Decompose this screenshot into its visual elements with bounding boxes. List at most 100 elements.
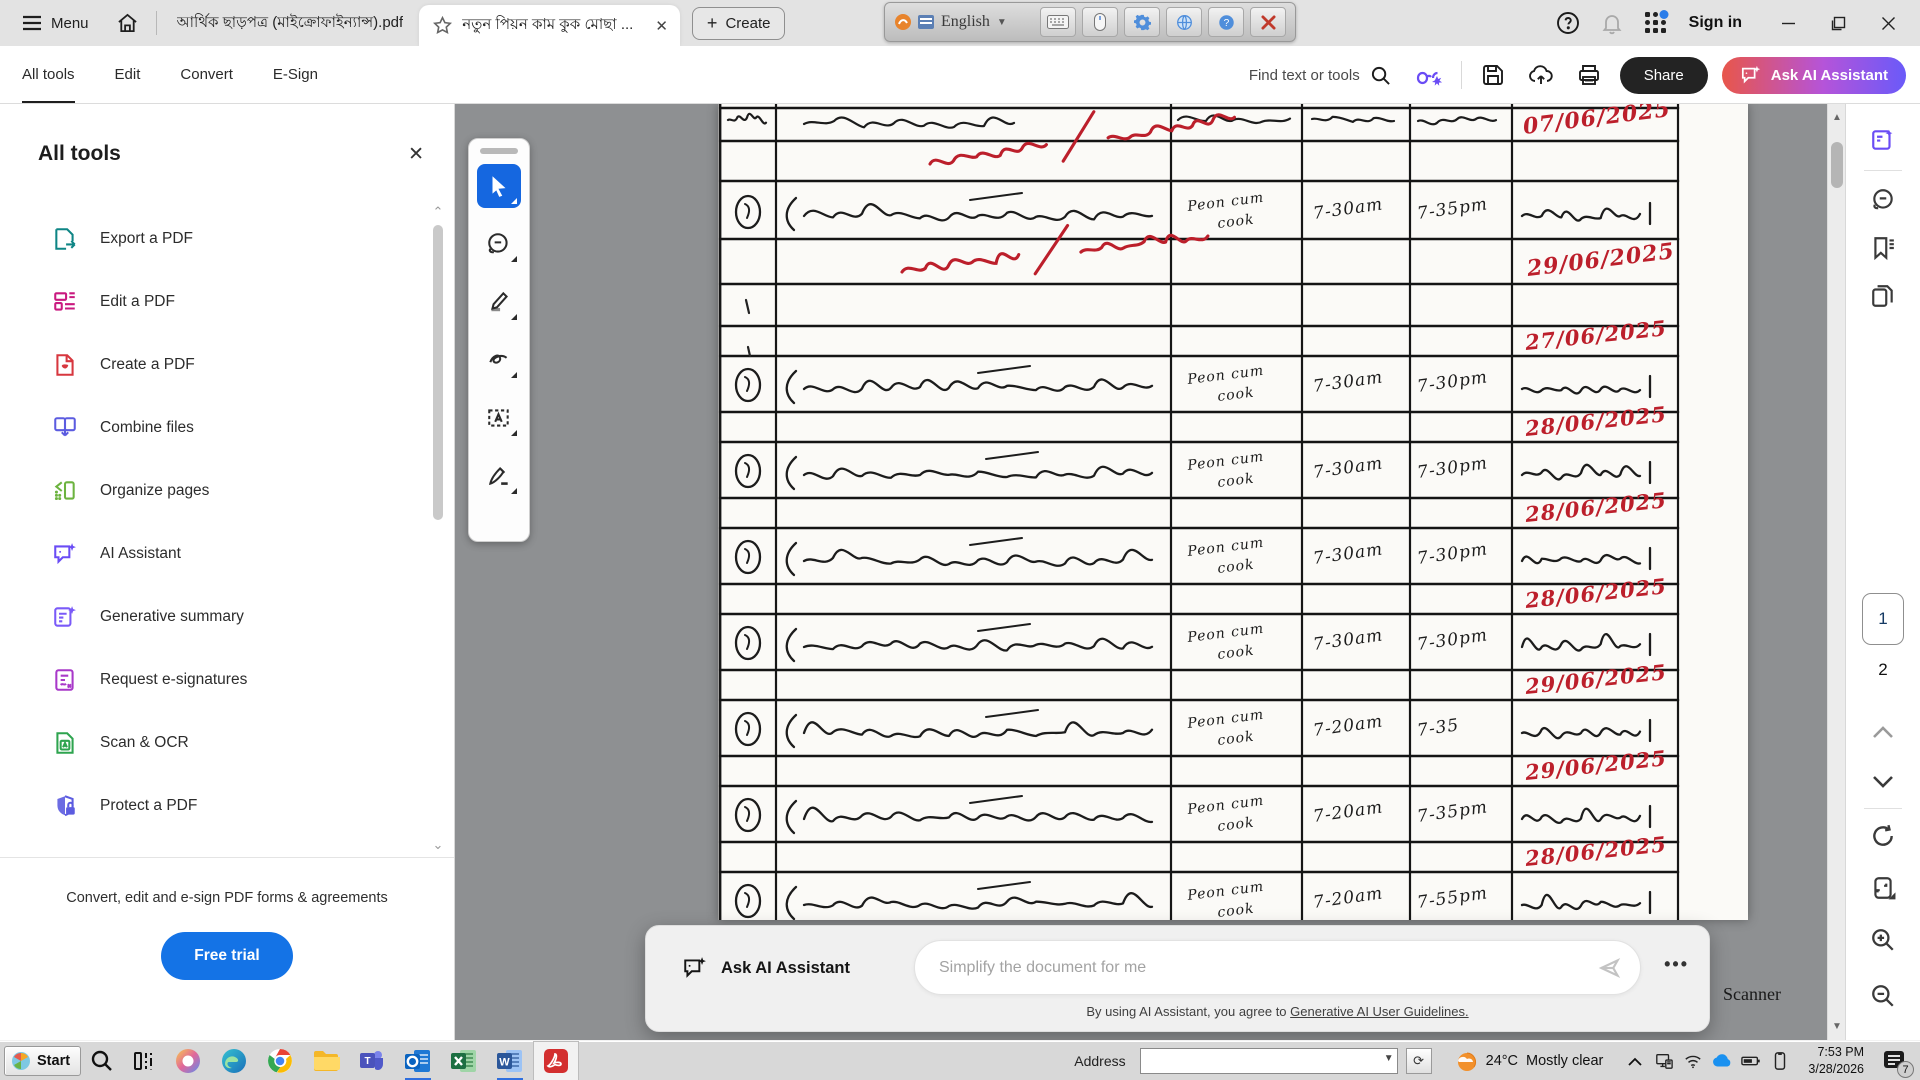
nav-all-tools[interactable]: All tools bbox=[22, 46, 75, 103]
sidebar-item-protect-a-pdf[interactable]: Protect a PDF bbox=[0, 774, 430, 837]
sidebar-scroll-up-icon[interactable]: ⌃ bbox=[429, 204, 447, 220]
taskbar-app-teams[interactable]: T bbox=[349, 1041, 395, 1080]
task-view-icon[interactable] bbox=[123, 1041, 165, 1080]
app-launcher-grid-icon[interactable] bbox=[1637, 4, 1675, 42]
taskbar-app-edge[interactable] bbox=[211, 1041, 257, 1080]
notifications-bell-button[interactable] bbox=[1593, 4, 1631, 42]
comment-tool-button[interactable] bbox=[477, 222, 521, 266]
pages-icon[interactable] bbox=[1863, 276, 1903, 316]
current-page-indicator[interactable]: 1 bbox=[1862, 593, 1904, 645]
zoom-in-icon[interactable] bbox=[1863, 920, 1903, 960]
fill-sign-tool-button[interactable] bbox=[477, 454, 521, 498]
scroll-up-icon[interactable]: ▲ bbox=[1828, 112, 1845, 123]
zoom-out-icon[interactable] bbox=[1863, 976, 1903, 1016]
sign-in-button[interactable]: Sign in bbox=[1689, 14, 1742, 32]
help-circle-button[interactable] bbox=[1549, 4, 1587, 42]
page-two-label[interactable]: 2 bbox=[1862, 660, 1904, 680]
language-dropdown-icon[interactable]: ▼ bbox=[997, 17, 1007, 28]
save-icon[interactable] bbox=[1476, 58, 1510, 92]
ai-bar-more-icon[interactable]: ••• bbox=[1664, 954, 1689, 975]
web-globe-button[interactable] bbox=[1166, 7, 1202, 37]
sidebar-item-scan-ocr[interactable]: Scan & OCR bbox=[0, 711, 430, 774]
send-prompt-icon[interactable] bbox=[1595, 953, 1625, 983]
draw-tool-button[interactable] bbox=[477, 338, 521, 382]
close-window-button[interactable] bbox=[1866, 3, 1910, 43]
language-flag-icon[interactable] bbox=[918, 15, 934, 29]
rotate-page-icon[interactable] bbox=[1863, 816, 1903, 856]
nav-edit[interactable]: Edit bbox=[115, 46, 141, 103]
ai-glasses-icon[interactable] bbox=[1413, 58, 1447, 92]
nav-e-sign[interactable]: E-Sign bbox=[273, 46, 318, 103]
sidebar-scroll-down-icon[interactable]: ⌄ bbox=[429, 837, 447, 853]
taskbar-app-outlook[interactable] bbox=[395, 1041, 441, 1080]
onedrive-cloud-icon[interactable] bbox=[1712, 1051, 1732, 1071]
generative-summary-icon[interactable] bbox=[1863, 120, 1903, 160]
home-button[interactable] bbox=[103, 0, 152, 46]
ai-prompt-input[interactable] bbox=[914, 940, 1641, 995]
address-go-button[interactable]: ⟳ bbox=[1406, 1048, 1432, 1074]
help-button[interactable]: ? bbox=[1208, 7, 1244, 37]
notification-center-icon[interactable]: 7 bbox=[1878, 1044, 1912, 1078]
settings-gear-button[interactable] bbox=[1124, 7, 1160, 37]
sidebar-item-redact-a-pdf[interactable]: Redact a PDF bbox=[0, 837, 430, 857]
guidelines-link[interactable]: Generative AI User Guidelines. bbox=[1290, 1004, 1468, 1019]
close-language-bar-button[interactable] bbox=[1250, 7, 1286, 37]
taskbar-app-copilot[interactable] bbox=[165, 1041, 211, 1080]
sidebar-item-combine-files[interactable]: Combine files bbox=[0, 396, 430, 459]
print-icon[interactable] bbox=[1572, 58, 1606, 92]
palette-drag-handle[interactable] bbox=[480, 148, 518, 154]
language-label[interactable]: English bbox=[941, 13, 990, 31]
taskbar-app-chrome[interactable] bbox=[257, 1041, 303, 1080]
wifi-icon[interactable] bbox=[1683, 1051, 1703, 1071]
create-button[interactable]: + Create bbox=[692, 7, 786, 40]
remote-display-icon[interactable] bbox=[1654, 1051, 1674, 1071]
ask-ai-assistant-button[interactable]: Ask AI Assistant bbox=[1722, 57, 1906, 94]
pdf-page[interactable]: 07/06/202529/06/2025Peon cumcook7-30am7-… bbox=[718, 104, 1748, 920]
sidebar-item-ai-assistant[interactable]: AI Assistant bbox=[0, 522, 430, 585]
document-scrollbar[interactable]: ▲ ▼ bbox=[1827, 104, 1845, 1040]
sidebar-item-create-a-pdf[interactable]: Create a PDF bbox=[0, 333, 430, 396]
taskbar-search-icon[interactable] bbox=[81, 1041, 123, 1080]
minimize-button[interactable] bbox=[1766, 3, 1810, 43]
mouse-settings-button[interactable] bbox=[1082, 7, 1118, 37]
text-box-tool-button[interactable] bbox=[477, 396, 521, 440]
free-trial-button[interactable]: Free trial bbox=[161, 932, 293, 980]
sidebar-item-export-a-pdf[interactable]: Export a PDF bbox=[0, 207, 430, 270]
address-input[interactable] bbox=[1140, 1048, 1398, 1074]
next-page-icon[interactable] bbox=[1863, 762, 1903, 802]
previous-page-icon[interactable] bbox=[1863, 712, 1903, 752]
fit-page-icon[interactable] bbox=[1863, 868, 1903, 908]
sidebar-scrollbar[interactable] bbox=[433, 225, 443, 520]
menu-button[interactable]: Menu bbox=[0, 0, 103, 46]
find-text-control[interactable]: Find text or tools bbox=[1249, 65, 1391, 86]
highlight-tool-button[interactable] bbox=[477, 280, 521, 324]
bookmarks-icon[interactable] bbox=[1863, 228, 1903, 268]
tab-financial-pdf[interactable]: আর্থিক ছাড়পত্র (মাইক্রোফাইন্যান্স).pdf bbox=[161, 0, 420, 46]
maximize-button[interactable] bbox=[1816, 3, 1860, 43]
scrollbar-thumb[interactable] bbox=[1831, 142, 1843, 188]
scroll-down-icon[interactable]: ▼ bbox=[1828, 1021, 1845, 1032]
ime-logo-icon[interactable] bbox=[894, 13, 912, 31]
weather-widget[interactable]: 24°C Mostly clear bbox=[1454, 1049, 1604, 1073]
sidebar-item-organize-pages[interactable]: Organize pages bbox=[0, 459, 430, 522]
tab-active-pdf[interactable]: নতুন পিয়ন কাম কুক মোছা ... ✕ bbox=[419, 5, 680, 46]
share-button[interactable]: Share bbox=[1620, 57, 1708, 94]
comments-icon[interactable] bbox=[1863, 180, 1903, 220]
keyboard-layout-button[interactable] bbox=[1040, 7, 1076, 37]
phone-link-icon[interactable] bbox=[1770, 1051, 1790, 1071]
sidebar-close-icon[interactable]: ✕ bbox=[408, 143, 424, 166]
taskbar-app-acrobat[interactable] bbox=[533, 1041, 579, 1080]
taskbar-app-excel[interactable] bbox=[441, 1041, 487, 1080]
nav-convert[interactable]: Convert bbox=[180, 46, 233, 103]
tray-expand-icon[interactable] bbox=[1625, 1051, 1645, 1071]
address-dropdown-icon[interactable]: ▼ bbox=[1384, 1053, 1394, 1064]
sidebar-item-generative-summary[interactable]: Generative summary bbox=[0, 585, 430, 648]
taskbar-app-file-explorer[interactable] bbox=[303, 1041, 349, 1080]
battery-icon[interactable] bbox=[1741, 1051, 1761, 1071]
sidebar-item-request-e-signatures[interactable]: Request e-signatures bbox=[0, 648, 430, 711]
select-tool-button[interactable] bbox=[477, 164, 521, 208]
upload-cloud-icon[interactable] bbox=[1524, 58, 1558, 92]
tab-close-icon[interactable]: ✕ bbox=[655, 17, 668, 35]
taskbar-app-word[interactable]: W bbox=[487, 1041, 533, 1080]
sidebar-item-edit-a-pdf[interactable]: Edit a PDF bbox=[0, 270, 430, 333]
